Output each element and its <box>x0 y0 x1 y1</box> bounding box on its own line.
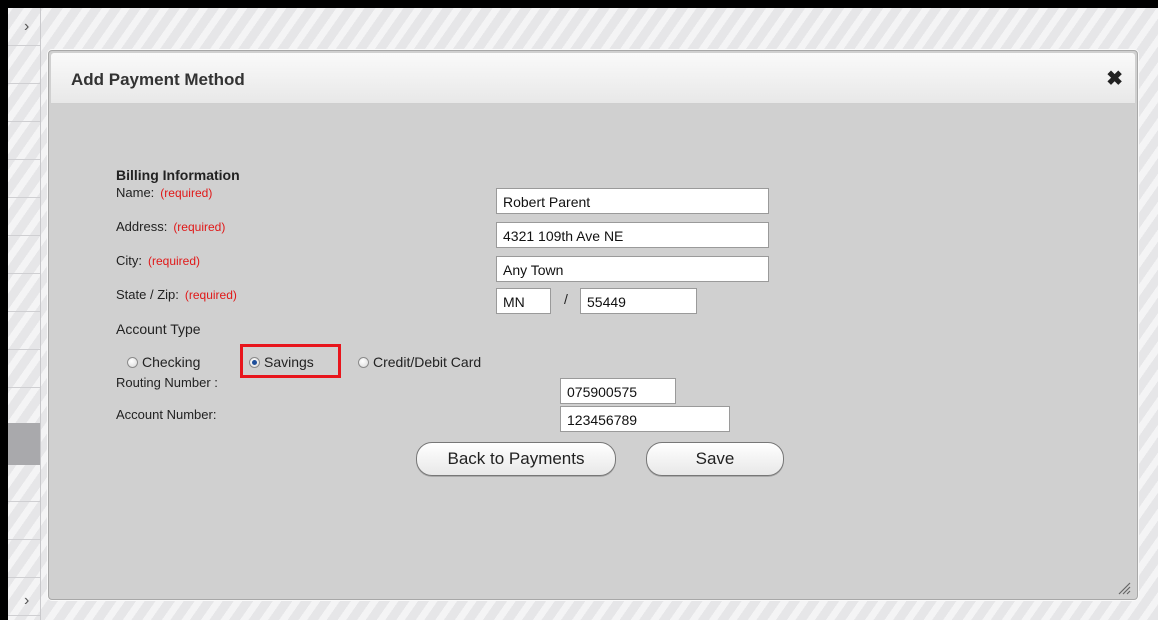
radio-label-checking: Checking <box>142 354 201 370</box>
resize-grip-icon[interactable] <box>1117 581 1131 595</box>
routing-number-field[interactable]: 075900575 <box>560 378 676 404</box>
account-number-field[interactable]: 123456789 <box>560 406 730 432</box>
state-field[interactable]: MN <box>496 288 551 314</box>
city-label: City: (required) <box>116 253 201 268</box>
billing-information-heading: Billing Information <box>116 167 240 183</box>
radio-icon[interactable] <box>127 357 138 368</box>
required-indicator: (required) <box>184 288 237 302</box>
add-payment-method-dialog: Add Payment Method ✖ Billing Information… <box>48 50 1138 600</box>
page-background: › › Add Payment Method ✖ Billing Informa… <box>8 8 1158 620</box>
save-button[interactable]: Save <box>646 442 784 476</box>
radio-credit-debit-card[interactable]: Credit/Debit Card <box>358 354 481 370</box>
name-label: Name: (required) <box>116 185 213 200</box>
background-sidebar <box>8 8 41 620</box>
state-zip-separator: / <box>564 291 568 307</box>
required-indicator: (required) <box>148 254 201 268</box>
close-icon[interactable]: ✖ <box>1106 66 1123 91</box>
radio-label-credit-debit-card: Credit/Debit Card <box>373 354 482 370</box>
city-field[interactable]: Any Town <box>496 256 769 282</box>
address-label: Address: (required) <box>116 219 226 234</box>
back-to-payments-button[interactable]: Back to Payments <box>416 442 616 476</box>
address-field[interactable]: 4321 109th Ave NE <box>496 222 769 248</box>
dialog-titlebar[interactable]: Add Payment Method ✖ <box>51 53 1135 104</box>
radio-icon[interactable] <box>358 357 369 368</box>
radio-checking[interactable]: Checking <box>127 354 200 370</box>
background-sidebar-selected <box>8 423 40 465</box>
account-type-label: Account Type <box>116 321 201 337</box>
name-field[interactable]: Robert Parent <box>496 188 769 214</box>
routing-number-label: Routing Number : <box>116 375 218 390</box>
selection-highlight-box <box>240 344 341 378</box>
zip-field[interactable]: 55449 <box>580 288 697 314</box>
chevron-right-icon[interactable]: › <box>24 18 29 36</box>
chevron-right-icon[interactable]: › <box>24 592 29 610</box>
required-indicator: (required) <box>173 220 226 234</box>
account-number-label: Account Number: <box>116 407 217 422</box>
state-zip-label: State / Zip: (required) <box>116 287 237 302</box>
dialog-title: Add Payment Method <box>71 70 245 89</box>
required-indicator: (required) <box>160 186 213 200</box>
